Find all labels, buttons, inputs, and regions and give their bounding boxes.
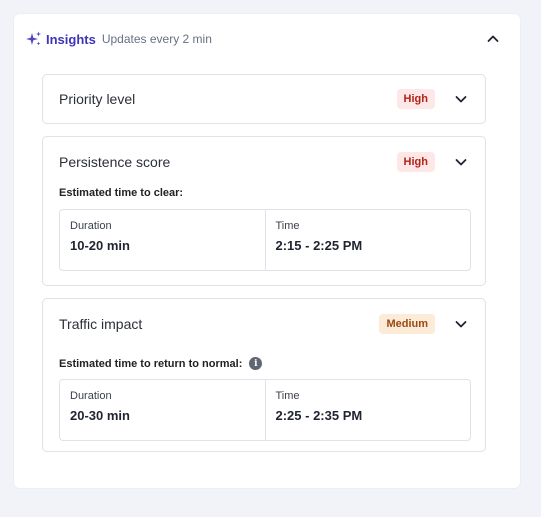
traffic-impact-row[interactable]: Traffic impact Medium (59, 311, 469, 337)
clear-estimate-label: Estimated time to clear: (59, 187, 184, 199)
insights-title: Insights (46, 31, 96, 47)
persistence-score-badge: High (396, 152, 435, 172)
traffic-impact-card: Traffic impact Medium Estimated time to … (42, 298, 486, 452)
duration-value: 20-30 min (70, 408, 130, 423)
duration-column: Duration 20-30 min (60, 380, 265, 440)
persistence-score-card: Persistence score High Estimated time to… (42, 136, 486, 286)
expand-traffic-button[interactable] (453, 316, 469, 332)
time-label: Time (275, 390, 300, 402)
expand-priority-button[interactable] (453, 91, 469, 107)
sparkle-icon (26, 31, 42, 47)
priority-level-card: Priority level High (42, 74, 486, 124)
time-value: 2:25 - 2:35 PM (275, 408, 363, 423)
info-icon[interactable]: i (249, 357, 263, 370)
duration-column: Duration 10-20 min (60, 210, 265, 270)
chevron-down-icon (455, 321, 467, 328)
chevron-down-icon (455, 96, 467, 103)
duration-label: Duration (70, 390, 112, 402)
persistence-score-title: Persistence score (59, 154, 171, 170)
traffic-impact-title: Traffic impact (59, 316, 143, 332)
clear-estimate-box: Duration 10-20 min Time 2:15 - 2:25 PM (59, 209, 471, 271)
expand-persistence-button[interactable] (453, 154, 469, 170)
chevron-down-icon (455, 159, 467, 166)
priority-level-badge: High (396, 89, 435, 109)
time-column: Time 2:25 - 2:35 PM (264, 380, 471, 440)
priority-level-row[interactable]: Priority level High (59, 86, 469, 112)
return-estimate-label: Estimated time to return to normal: (59, 357, 243, 370)
traffic-impact-badge: Medium (379, 314, 435, 334)
duration-value: 10-20 min (70, 238, 130, 253)
return-estimate-heading: Estimated time to return to normal: i (59, 357, 263, 370)
duration-label: Duration (70, 220, 112, 232)
time-column: Time 2:15 - 2:25 PM (264, 210, 471, 270)
time-label: Time (275, 220, 300, 232)
insights-header: Insights Updates every 2 min (26, 28, 508, 50)
chevron-up-icon (487, 35, 499, 42)
time-value: 2:15 - 2:25 PM (275, 238, 363, 253)
collapse-button[interactable] (484, 30, 502, 48)
priority-level-title: Priority level (59, 91, 136, 107)
persistence-score-row[interactable]: Persistence score High (59, 149, 469, 175)
insights-panel: Insights Updates every 2 min Priority le… (14, 14, 520, 488)
update-frequency: Updates every 2 min (101, 32, 212, 46)
return-estimate-box: Duration 20-30 min Time 2:25 - 2:35 PM (59, 379, 471, 441)
